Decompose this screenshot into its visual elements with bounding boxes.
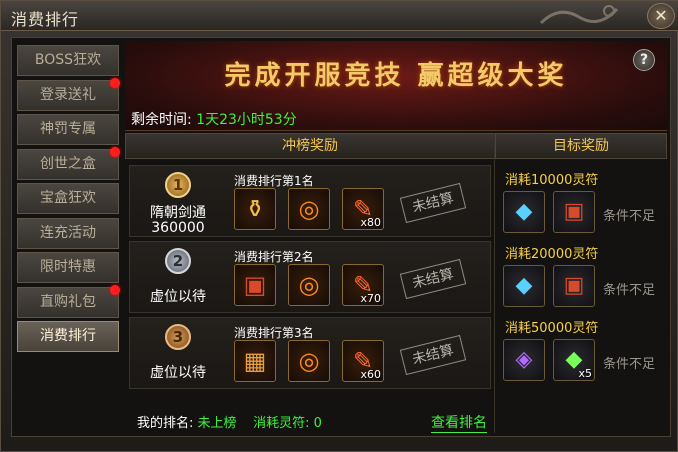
- reward-item-slot[interactable]: ⚱: [234, 188, 276, 230]
- sidebar-item[interactable]: 直购礼包: [17, 284, 120, 318]
- item-quantity: x5: [578, 367, 592, 380]
- notification-dot: [110, 146, 120, 157]
- sidebar-item-label: 登录送礼: [40, 86, 96, 103]
- consume-value: 0: [313, 416, 322, 431]
- reward-item-slot[interactable]: ✎ x80: [342, 188, 384, 230]
- reward-item-slot[interactable]: ✎ x60: [342, 340, 384, 382]
- event-window: 消费排行 ✕ BOSS狂欢 登录送礼神罚专属创世之盒宝盒狂欢连充活动限时特惠直购礼…: [0, 0, 678, 452]
- rank-rewards-header: 冲榜奖励: [125, 133, 495, 159]
- remaining-time: 剩余时间: 1天23小时53分: [131, 109, 297, 129]
- rank-title: 消费排行第2名: [234, 250, 314, 264]
- rank-medal-icon: 1: [165, 172, 191, 198]
- unsettled-stamp: 未结算: [399, 182, 467, 224]
- rank-title: 消费排行第1名: [234, 174, 314, 188]
- sidebar-item-label: 直购礼包: [40, 293, 96, 310]
- reward-item-slot[interactable]: ◎: [288, 188, 330, 230]
- close-icon: ✕: [654, 6, 668, 25]
- sidebar-item-label: 创世之盒: [40, 155, 96, 172]
- title-bar: 消费排行 ✕: [1, 1, 678, 31]
- target-item-slot[interactable]: ◆: [503, 265, 545, 307]
- target-rewards-header: 目标奖励: [495, 133, 667, 159]
- rank-medal-icon: 3: [165, 324, 191, 350]
- target-item-slot[interactable]: ◆ x5: [553, 339, 595, 381]
- reward-item-slot[interactable]: ◎: [288, 264, 330, 306]
- item-quantity: x80: [360, 216, 381, 229]
- sidebar-item-label: 宝盒狂欢: [40, 190, 96, 206]
- sidebar: BOSS狂欢 登录送礼神罚专属创世之盒宝盒狂欢连充活动限时特惠直购礼包消费排行: [17, 45, 121, 356]
- window-title: 消费排行: [11, 10, 80, 29]
- consume-label: 消耗灵符:: [253, 416, 310, 431]
- player-name: 虚位以待: [150, 289, 206, 305]
- sidebar-item-label: 神罚专属: [40, 121, 96, 137]
- target-row: 消耗10000灵符 ◆ ▣ 条件不足: [499, 169, 663, 239]
- sidebar-item[interactable]: 登录送礼: [17, 77, 120, 111]
- target-item-slot[interactable]: ▣: [553, 265, 595, 307]
- crystal-icon: ◆: [515, 199, 533, 224]
- target-title: 消耗20000灵符: [505, 247, 599, 262]
- remaining-time-label: 剩余时间:: [131, 112, 192, 128]
- sidebar-item[interactable]: 创世之盒: [17, 146, 120, 180]
- rank-row: 1 隋朝剑通 360000 消费排行第1名 ⚱ ◎ ✎ x80 未结算: [129, 165, 491, 237]
- condition-status: 条件不足: [603, 357, 656, 372]
- treasure-chest-icon: ▦: [243, 347, 267, 375]
- reward-item-slot[interactable]: ◎: [288, 340, 330, 382]
- help-icon: ?: [639, 52, 649, 68]
- remaining-time-value: 1天23小时53分: [196, 112, 297, 128]
- view-rank-link[interactable]: 查看排名: [431, 412, 487, 433]
- sidebar-item[interactable]: 限时特惠: [17, 252, 119, 283]
- sidebar-item-label: 限时特惠: [40, 259, 96, 275]
- target-item-slot[interactable]: ▣: [553, 191, 595, 233]
- crystal-icon: ◆: [515, 273, 533, 298]
- item-quantity: x60: [360, 368, 381, 381]
- target-title: 消耗10000灵符: [505, 173, 599, 188]
- column-divider: [494, 133, 495, 433]
- dragon-ornament-icon: [539, 5, 619, 25]
- player-name: 虚位以待: [150, 365, 206, 381]
- fire-ring-icon: ◎: [298, 347, 320, 375]
- sidebar-item[interactable]: BOSS狂欢: [17, 45, 119, 76]
- sidebar-item[interactable]: 宝盒狂欢: [17, 183, 119, 214]
- rank-row: 2 虚位以待 消费排行第2名 ▣ ◎ ✎ x70 未结算: [129, 241, 491, 313]
- reward-item-slot[interactable]: ▣: [234, 264, 276, 306]
- sidebar-item[interactable]: 连充活动: [17, 217, 119, 249]
- rank-row: 3 虚位以待 消费排行第3名 ▦ ◎ ✎ x60 未结算: [129, 317, 491, 389]
- red-chest-icon: ▣: [563, 199, 585, 224]
- golden-chest-icon: ⚱: [244, 195, 266, 223]
- purple-gem-icon: ◈: [515, 347, 533, 372]
- sidebar-item-label: BOSS狂欢: [34, 52, 102, 68]
- player-name: 隋朝剑通: [150, 205, 206, 221]
- rank-title: 消费排行第3名: [234, 326, 314, 340]
- my-rank-label: 我的排名:: [137, 416, 194, 431]
- target-row: 消耗20000灵符 ◆ ▣ 条件不足: [499, 243, 663, 313]
- red-chest-icon: ▣: [563, 273, 585, 298]
- help-button[interactable]: ?: [633, 49, 655, 71]
- unsettled-stamp: 未结算: [399, 258, 467, 300]
- player-score: 360000: [151, 220, 205, 236]
- notification-dot: [110, 77, 120, 88]
- banner-title: 完成开服竞技 赢超级大奖: [224, 61, 568, 91]
- target-item-slot[interactable]: ◆: [503, 191, 545, 233]
- close-button[interactable]: ✕: [647, 3, 675, 29]
- target-row: 消耗50000灵符 ◈ ◆ x5 条件不足: [499, 317, 663, 387]
- red-chest-icon: ▣: [243, 271, 267, 299]
- my-rank-value: 未上榜: [197, 416, 237, 431]
- rank-medal-icon: 2: [165, 248, 191, 274]
- condition-status: 条件不足: [603, 283, 656, 298]
- item-quantity: x70: [360, 292, 381, 305]
- notification-dot: [110, 284, 120, 295]
- sidebar-item-label: 连充活动: [40, 224, 96, 241]
- reward-item-slot[interactable]: ▦: [234, 340, 276, 382]
- condition-status: 条件不足: [603, 209, 656, 224]
- target-item-slot[interactable]: ◈: [503, 339, 545, 381]
- sidebar-item-label: 消费排行: [40, 328, 96, 344]
- sidebar-item[interactable]: 消费排行: [17, 321, 119, 352]
- target-title: 消耗50000灵符: [505, 321, 599, 336]
- sidebar-item[interactable]: 神罚专属: [17, 114, 119, 145]
- fire-ring-icon: ◎: [298, 271, 320, 299]
- my-rank-info: 我的排名: 未上榜 消耗灵符: 0: [137, 412, 322, 431]
- fire-ring-icon: ◎: [298, 195, 320, 223]
- reward-item-slot[interactable]: ✎ x70: [342, 264, 384, 306]
- unsettled-stamp: 未结算: [399, 334, 467, 376]
